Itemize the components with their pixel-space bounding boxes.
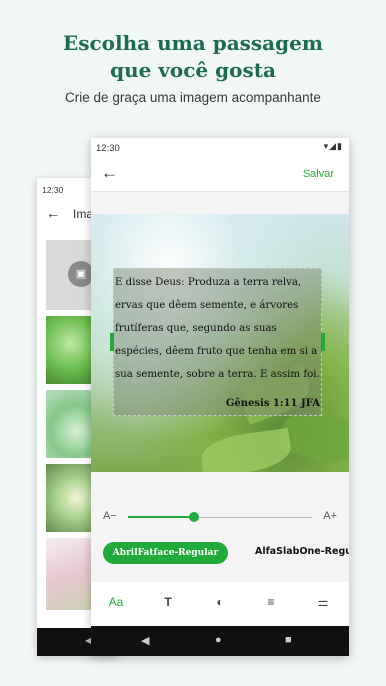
promo-headline: Escolha uma passagem que você gosta bbox=[0, 30, 386, 84]
battery-icon: ▮ bbox=[337, 141, 343, 151]
resize-handle-left[interactable] bbox=[110, 333, 114, 351]
leaf-decoration bbox=[198, 427, 294, 472]
status-bar: 12:30 ▾◢▮ bbox=[91, 138, 349, 158]
verse-text: E disse Deus: Produza a terra relva, erv… bbox=[115, 277, 320, 380]
align-icon[interactable]: ≡ bbox=[259, 595, 283, 609]
editor-phone-screen: 12:30 ▾◢▮ ← Salvar E disse Deus: Produza… bbox=[91, 138, 349, 656]
font-picker: AbrilFatface-Regular AlfaSlabOne-Regular bbox=[91, 542, 349, 564]
slider-track-fill bbox=[128, 516, 195, 518]
headline-line-2: que você gosta bbox=[110, 58, 276, 82]
headline-line-1: Escolha uma passagem bbox=[63, 31, 323, 55]
navigation-bar: ◀ ● ■ bbox=[91, 626, 349, 656]
slider-thumb[interactable] bbox=[189, 512, 200, 522]
contrast-icon[interactable]: ◐ bbox=[208, 595, 232, 609]
editor-toolbar: Aa T ◐ ≡ ⚌ bbox=[91, 582, 349, 626]
save-button[interactable]: Salvar bbox=[303, 168, 334, 180]
status-time: 12:30 bbox=[42, 185, 64, 195]
home-circle-icon[interactable]: ● bbox=[215, 634, 222, 646]
screen-title: Ima bbox=[73, 207, 94, 221]
decrease-size-label: A− bbox=[103, 510, 117, 522]
resize-handle-right[interactable] bbox=[321, 333, 325, 351]
back-triangle-icon[interactable]: ◀ bbox=[141, 634, 149, 647]
verse-reference: Gênesis 1:11 JFA bbox=[225, 398, 320, 409]
font-option[interactable]: AlfaSlabOne-Regular bbox=[255, 546, 349, 557]
image-canvas[interactable]: E disse Deus: Produza a terra relva, erv… bbox=[91, 214, 349, 472]
status-time: 12:30 bbox=[96, 143, 120, 154]
text-icon[interactable]: T bbox=[156, 595, 180, 609]
increase-size-label: A+ bbox=[323, 510, 337, 522]
status-icons: ▾◢▮ bbox=[324, 141, 343, 152]
app-bar: ← Salvar bbox=[91, 158, 349, 192]
signal-icon: ◢ bbox=[329, 141, 338, 151]
sliders-icon[interactable]: ⚌ bbox=[311, 595, 335, 609]
recents-square-icon[interactable]: ■ bbox=[285, 634, 292, 646]
promo-subheadline: Crie de graça uma imagem acompanhante bbox=[65, 90, 321, 105]
arrow-left-icon[interactable]: ← bbox=[46, 205, 60, 221]
font-icon[interactable]: Aa bbox=[104, 595, 128, 609]
font-size-slider-row: A− A+ bbox=[91, 508, 349, 528]
arrow-left-icon[interactable]: ← bbox=[101, 163, 118, 183]
font-option-selected[interactable]: AbrilFatface-Regular bbox=[103, 542, 228, 564]
